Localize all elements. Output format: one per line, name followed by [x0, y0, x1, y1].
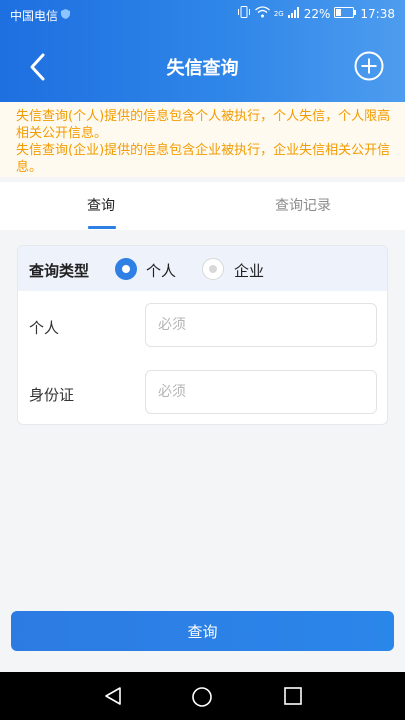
query-type-label: 查询类型 — [29, 262, 90, 280]
nav-bar: 失信查询 — [0, 38, 405, 96]
system-nav-bar — [0, 672, 405, 720]
shield-icon — [61, 9, 71, 22]
recents-square-icon[interactable] — [283, 686, 303, 706]
home-circle-icon[interactable] — [191, 686, 213, 708]
clock: 17:38 — [360, 6, 395, 21]
add-button[interactable] — [353, 50, 385, 82]
battery-icon — [334, 6, 357, 21]
radio-company-label[interactable]: 企业 — [234, 260, 264, 281]
notice-line-personal: 失信查询(个人)提供的信息包含个人被执行，个人失信，个人限高相关公开信息。 — [16, 109, 391, 141]
status-bar: 中国电信 2G 22% 17:38 — [0, 0, 405, 28]
tab-query-history[interactable]: 查询记录 — [275, 195, 331, 215]
tab-bar: 查询 查询记录 — [0, 182, 405, 230]
network-type: 2G — [273, 9, 284, 18]
notice-banner: 失信查询(个人)提供的信息包含个人被执行，个人失信，个人限高相关公开信息。 失信… — [0, 102, 405, 177]
radio-personal-label[interactable]: 个人 — [146, 260, 176, 281]
query-form-card: 查询类型 个人 企业 个人 身份证 — [17, 245, 388, 425]
vibrate-icon — [237, 6, 251, 21]
wifi-icon — [254, 6, 270, 21]
query-button[interactable]: 查询 — [11, 611, 394, 651]
carrier-name: 中国电信 — [10, 9, 59, 23]
signal-icon — [287, 6, 300, 21]
query-type-row: 查询类型 个人 企业 — [18, 246, 387, 291]
tab-query[interactable]: 查询 — [87, 195, 115, 215]
radio-company[interactable] — [202, 258, 224, 280]
battery-percent: 22% — [303, 6, 331, 21]
plus-circle-icon — [354, 51, 384, 81]
id-card-field-label: 身份证 — [29, 386, 75, 404]
name-input[interactable] — [145, 303, 377, 347]
back-triangle-icon[interactable] — [103, 686, 123, 706]
app-header: 中国电信 2G 22% 17:38 失信查询 — [0, 0, 405, 102]
radio-personal[interactable] — [115, 258, 137, 280]
notice-line-company: 失信查询(企业)提供的信息包含企业被执行，企业失信相关公开信息。 — [16, 143, 391, 175]
tab-indicator — [88, 226, 116, 229]
page-title: 失信查询 — [166, 58, 239, 79]
name-field-label: 个人 — [29, 319, 60, 337]
id-card-input[interactable] — [145, 370, 377, 414]
